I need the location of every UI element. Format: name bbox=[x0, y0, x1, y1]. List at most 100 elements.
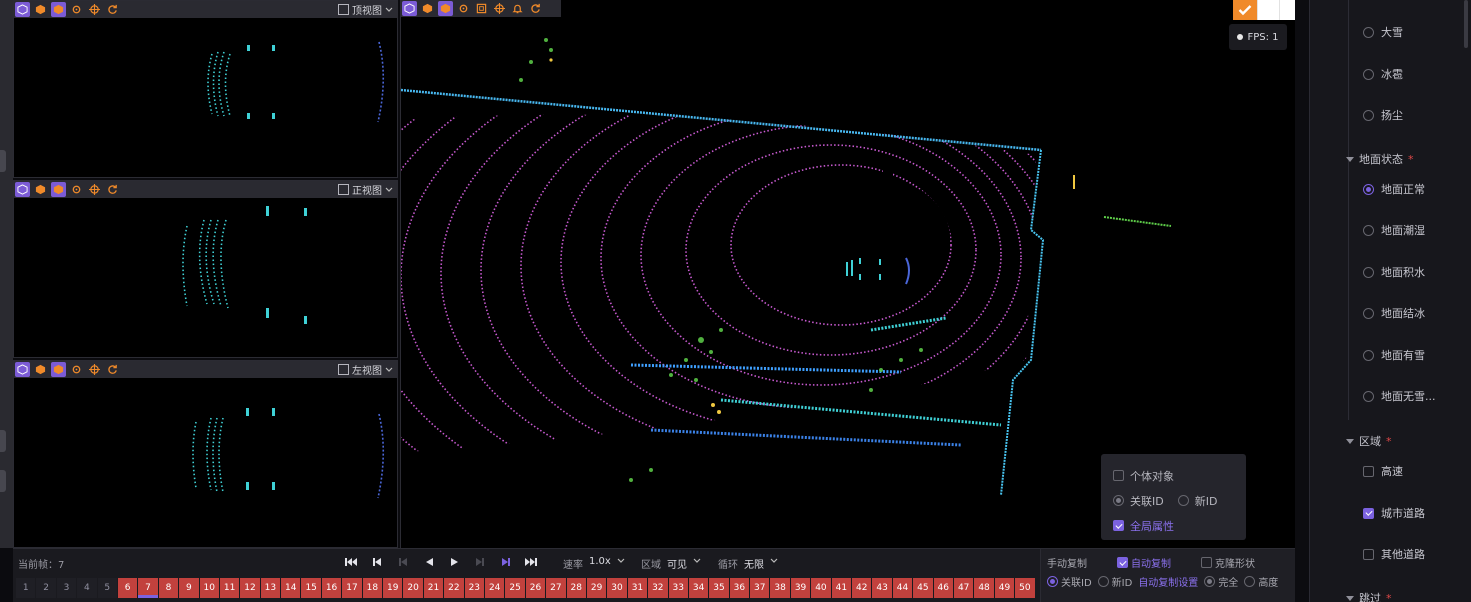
ground-state-option[interactable]: 地面正常 bbox=[1363, 181, 1425, 197]
box-icon[interactable] bbox=[33, 2, 48, 17]
top-view-panel[interactable]: 顶视图 bbox=[13, 0, 398, 178]
frame-cell[interactable]: 41 bbox=[831, 578, 852, 598]
checkbox[interactable] bbox=[1363, 507, 1374, 519]
frame-cell[interactable]: 19 bbox=[383, 578, 403, 598]
frame-cell[interactable]: 21 bbox=[423, 578, 444, 598]
frame-cell[interactable]: 22 bbox=[444, 578, 464, 598]
fit-icon[interactable] bbox=[338, 4, 349, 15]
cube-filled-icon[interactable] bbox=[51, 2, 66, 17]
auto-copy-option[interactable]: 自动复制 bbox=[1117, 555, 1171, 570]
view-select[interactable]: 左视图 bbox=[338, 362, 393, 377]
last-frame-button[interactable] bbox=[523, 554, 539, 570]
frame-cell[interactable]: 47 bbox=[953, 578, 974, 598]
ground-state-option[interactable]: 地面有雪 bbox=[1363, 347, 1425, 363]
frame-cell[interactable]: 20 bbox=[403, 578, 423, 598]
frame-cell[interactable]: 14 bbox=[281, 578, 301, 598]
cube-filled-icon[interactable] bbox=[438, 1, 453, 16]
frame-cell[interactable]: 46 bbox=[933, 578, 953, 598]
reset-icon[interactable] bbox=[528, 1, 543, 16]
frame-cell[interactable]: 29 bbox=[586, 578, 607, 598]
toolbar-button[interactable] bbox=[1257, 0, 1279, 20]
left-view-panel[interactable]: 左视图 bbox=[13, 360, 398, 548]
frame-cell[interactable]: 11 bbox=[219, 578, 240, 598]
radio[interactable] bbox=[1363, 349, 1374, 361]
individual-object-checkbox[interactable] bbox=[1113, 470, 1124, 481]
frame-cell[interactable]: 17 bbox=[342, 578, 362, 598]
frame-cell[interactable]: 7 bbox=[138, 578, 158, 598]
view-select[interactable]: 顶视图 bbox=[338, 2, 393, 17]
frame-cell[interactable]: 35 bbox=[709, 578, 729, 598]
frame-cell[interactable]: 42 bbox=[852, 578, 872, 598]
move-icon[interactable] bbox=[87, 2, 102, 17]
frame-cell[interactable]: 9 bbox=[179, 578, 199, 598]
prev-frame-button[interactable] bbox=[421, 554, 437, 570]
bell-icon[interactable] bbox=[510, 1, 525, 16]
height-radio[interactable] bbox=[1244, 576, 1256, 587]
frame-cell[interactable]: 27 bbox=[546, 578, 566, 598]
frame-cell[interactable]: 5 bbox=[97, 578, 117, 598]
radio[interactable] bbox=[1363, 26, 1374, 38]
frame-cell[interactable]: 25 bbox=[505, 578, 525, 598]
cube-icon[interactable] bbox=[402, 1, 417, 16]
frame-cell[interactable]: 37 bbox=[750, 578, 770, 598]
loop-select[interactable]: 循环 无限 bbox=[718, 556, 778, 571]
auto-copy-settings-link[interactable]: 自动复制设置 bbox=[1138, 574, 1198, 589]
cube-filled-icon[interactable] bbox=[51, 182, 66, 197]
region-header[interactable]: 区域 * bbox=[1346, 433, 1392, 449]
full-option[interactable]: 完全 bbox=[1204, 574, 1238, 589]
frame-cell[interactable]: 40 bbox=[811, 578, 831, 598]
frame-cell[interactable]: 50 bbox=[1015, 578, 1035, 598]
box-icon[interactable] bbox=[33, 182, 48, 197]
frame-cell[interactable]: 43 bbox=[872, 578, 892, 598]
cube-icon[interactable] bbox=[15, 2, 30, 17]
checkbox[interactable] bbox=[1363, 548, 1374, 560]
clone-shape-option[interactable]: 克隆形状 bbox=[1201, 555, 1255, 570]
fit-icon[interactable] bbox=[338, 184, 349, 195]
move-icon[interactable] bbox=[87, 182, 102, 197]
frame-cell[interactable]: 45 bbox=[913, 578, 933, 598]
fit-icon[interactable] bbox=[338, 364, 349, 375]
frame-cell[interactable]: 16 bbox=[321, 578, 342, 598]
radio[interactable] bbox=[1363, 109, 1374, 121]
target-icon[interactable] bbox=[69, 362, 84, 377]
manual-copy-label[interactable]: 手动复制 bbox=[1047, 555, 1087, 570]
box-icon[interactable] bbox=[33, 362, 48, 377]
region-option[interactable]: 城市道路 bbox=[1363, 505, 1425, 521]
link-id-option[interactable]: 关联ID bbox=[1047, 574, 1092, 589]
frame-cell[interactable]: 31 bbox=[627, 578, 648, 598]
prev-segment-button[interactable] bbox=[395, 554, 411, 570]
target-icon[interactable] bbox=[69, 2, 84, 17]
frame-cell[interactable]: 30 bbox=[607, 578, 627, 598]
radio[interactable] bbox=[1363, 307, 1374, 319]
confirm-button[interactable] bbox=[1233, 0, 1257, 20]
reset-icon[interactable] bbox=[105, 182, 120, 197]
collapse-tab[interactable] bbox=[0, 470, 6, 492]
ground-state-header[interactable]: 地面状态 * bbox=[1346, 151, 1414, 167]
reset-icon[interactable] bbox=[105, 362, 120, 377]
frame-cell[interactable]: 24 bbox=[484, 578, 505, 598]
frame-cell[interactable]: 18 bbox=[362, 578, 383, 598]
reset-icon[interactable] bbox=[105, 2, 120, 17]
weather-option[interactable]: 扬尘 bbox=[1363, 107, 1403, 123]
target-icon[interactable] bbox=[69, 182, 84, 197]
region-option[interactable]: 高速 bbox=[1363, 463, 1403, 479]
frame-cell[interactable]: 26 bbox=[525, 578, 546, 598]
frame-cell[interactable]: 23 bbox=[464, 578, 484, 598]
ground-state-option[interactable]: 地面无雪... bbox=[1363, 388, 1436, 404]
weather-option[interactable]: 大雪 bbox=[1363, 24, 1403, 40]
radio[interactable] bbox=[1363, 390, 1374, 402]
ground-state-option[interactable]: 地面潮湿 bbox=[1363, 222, 1425, 238]
new-id-radio[interactable] bbox=[1177, 495, 1189, 506]
scrollbar[interactable] bbox=[1464, 0, 1468, 48]
frame-cell[interactable]: 39 bbox=[790, 578, 811, 598]
radio[interactable] bbox=[1363, 68, 1374, 80]
checkbox[interactable] bbox=[1363, 465, 1374, 477]
frame-cell[interactable]: 4 bbox=[77, 578, 97, 598]
global-attr-checkbox[interactable] bbox=[1113, 520, 1124, 531]
speed-select[interactable]: 速率 1.0x bbox=[563, 556, 625, 571]
next-segment-button[interactable] bbox=[472, 554, 488, 570]
frame-cell[interactable]: 13 bbox=[260, 578, 281, 598]
frame-cell[interactable]: 8 bbox=[158, 578, 179, 598]
collapse-tab[interactable] bbox=[0, 150, 6, 172]
box-icon[interactable] bbox=[420, 1, 435, 16]
